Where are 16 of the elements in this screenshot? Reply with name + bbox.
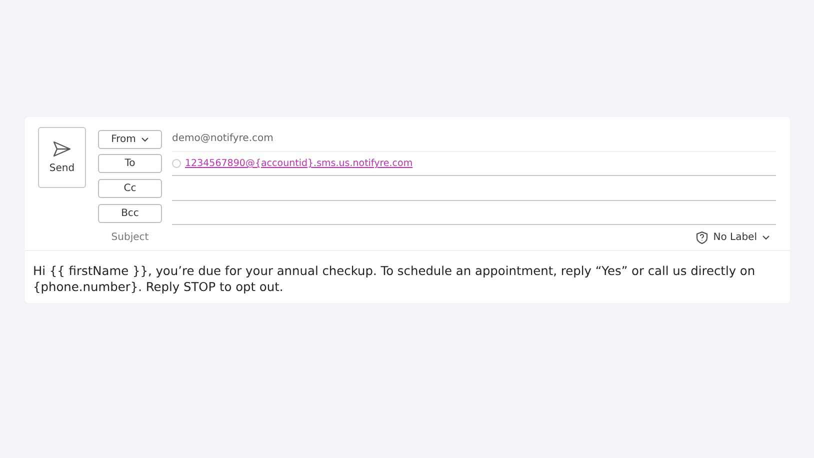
to-button[interactable]: To: [98, 154, 162, 174]
recipient-link[interactable]: 1234567890@{accountid}.sms.us.notifyre.com: [185, 158, 413, 169]
cc-button[interactable]: Cc: [98, 178, 162, 198]
subject-field[interactable]: Subject: [98, 232, 162, 244]
shield-icon: [696, 231, 708, 244]
status-icon: [172, 158, 181, 168]
caret-icon: [762, 235, 770, 240]
from-button[interactable]: From: [98, 130, 162, 149]
bcc-button[interactable]: Bcc: [98, 204, 162, 223]
caret-icon: [140, 136, 149, 142]
from-address: demo@notifyre.com: [172, 133, 274, 144]
sensitivity-dropdown[interactable]: No Label: [696, 231, 770, 244]
send-icon: [53, 141, 71, 157]
to-field[interactable]: 1234567890@{accountid}.sms.us.notifyre.com: [172, 152, 776, 176]
send-button[interactable]: Send: [38, 127, 86, 188]
message-body[interactable]: Hi {{ firstName }}, you’re due for your annual checkup. To schedule an appointment, reply “Yes” or call us directly on {phone.number}. Reply STOP to opt out.: [25, 250, 790, 295]
